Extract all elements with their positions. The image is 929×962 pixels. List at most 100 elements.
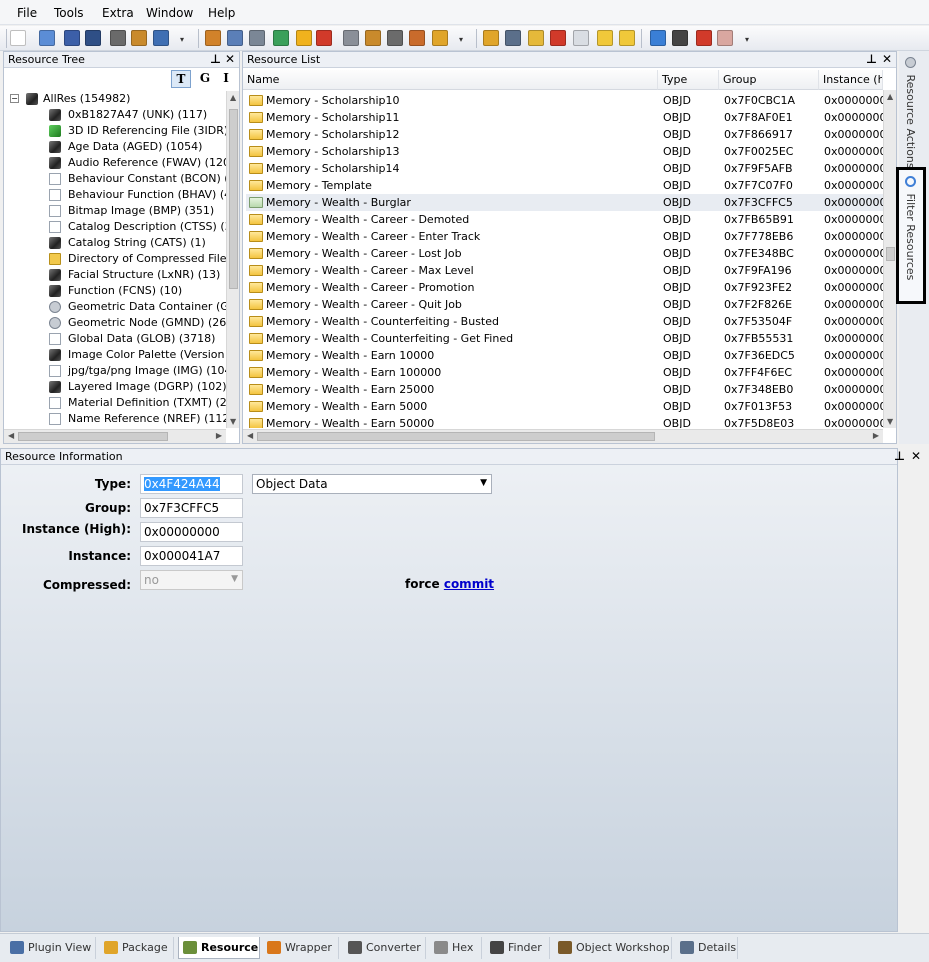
users-icon[interactable] xyxy=(131,30,147,46)
column-header-group[interactable]: Group xyxy=(719,70,819,90)
tab-plugin-view[interactable]: Plugin View xyxy=(6,937,96,959)
refresh-icon[interactable] xyxy=(650,30,666,46)
plugins-icon[interactable] xyxy=(273,30,289,46)
pin-icon[interactable]: ⊥ xyxy=(894,450,905,463)
tab-hex[interactable]: Hex xyxy=(430,937,482,959)
collapse-icon[interactable]: − xyxy=(10,94,19,103)
table-row[interactable]: Memory - Wealth - Earn 25000 OBJD 0x7F348E… xyxy=(246,381,883,398)
tab-package[interactable]: Package xyxy=(100,937,174,959)
column-header-name[interactable]: Name xyxy=(243,70,658,90)
eraser-icon[interactable] xyxy=(717,30,733,46)
table-row[interactable]: Memory - Scholarship14 OBJD 0x7F9F5AFB 0x00… xyxy=(246,160,883,177)
tab-details[interactable]: Details xyxy=(676,937,738,959)
type-name-select[interactable]: Object Data ▼ xyxy=(252,474,492,494)
tree-vertical-scrollbar[interactable]: ▲ ▼ xyxy=(226,91,239,428)
person-icon[interactable] xyxy=(432,30,448,46)
people-icon[interactable] xyxy=(409,30,425,46)
tab-converter[interactable]: Converter xyxy=(344,937,426,959)
table-row[interactable]: Memory - Wealth - Counterfeiting - Get F… xyxy=(246,330,883,347)
table-row[interactable]: Memory - Scholarship11 OBJD 0x7F8AF0E1 0x00… xyxy=(246,109,883,126)
tab-resource[interactable]: Resource xyxy=(178,937,260,959)
column-header-type[interactable]: Type xyxy=(658,70,719,90)
column-header-instance-high[interactable]: Instance (hig xyxy=(819,70,883,90)
table-row[interactable]: Memory - Wealth - Burglar OBJD 0x7F3CFFC5 0… xyxy=(246,194,883,211)
table-row[interactable]: Memory - Scholarship10 OBJD 0x7F0CBC1A 0x00… xyxy=(246,92,883,109)
table-row[interactable]: Memory - Wealth - Career - Lost Job OBJD 0… xyxy=(246,245,883,262)
yellow-note-icon[interactable] xyxy=(597,30,613,46)
folder-icon xyxy=(249,231,263,242)
cell-type: OBJD xyxy=(663,145,691,158)
resource-actions-tab[interactable]: Resource Actions xyxy=(904,57,917,169)
delete-icon[interactable] xyxy=(550,30,566,46)
save-as-icon[interactable] xyxy=(85,30,101,46)
view-type-button[interactable]: T xyxy=(171,70,191,88)
menu-help[interactable]: Help xyxy=(208,6,235,20)
table-row[interactable]: Memory - Wealth - Counterfeiting - Buste… xyxy=(246,313,883,330)
pin-icon[interactable]: ⊥ xyxy=(210,53,221,66)
group-field[interactable]: 0x7F3CFFC5 xyxy=(140,498,243,518)
commit-link[interactable]: commit xyxy=(444,577,494,591)
instance-high-field[interactable]: 0x00000000 xyxy=(140,522,243,542)
table-row[interactable]: Memory - Wealth - Earn 5000 OBJD 0x7F013F5… xyxy=(246,398,883,415)
pipe-icon[interactable] xyxy=(249,30,265,46)
scroll-thumb[interactable] xyxy=(18,432,168,441)
options-icon[interactable] xyxy=(153,30,169,46)
package-icon[interactable] xyxy=(205,30,221,46)
scroll-thumb[interactable] xyxy=(886,247,895,261)
type-field[interactable]: 0x4F424A44 xyxy=(140,474,243,494)
comment-icon[interactable] xyxy=(573,30,589,46)
view-instance-button[interactable]: I xyxy=(219,70,233,88)
menu-extra[interactable]: Extra xyxy=(102,6,134,20)
cut-icon[interactable] xyxy=(343,30,359,46)
open-icon[interactable] xyxy=(39,30,55,46)
table-row[interactable]: Memory - Wealth - Earn 10000 OBJD 0x7F36ED… xyxy=(246,347,883,364)
view-group-button[interactable]: G xyxy=(195,70,215,88)
preview-icon[interactable] xyxy=(227,30,243,46)
hat-icon[interactable] xyxy=(672,30,688,46)
remove-icon[interactable] xyxy=(316,30,332,46)
tab-finder[interactable]: Finder xyxy=(486,937,550,959)
table-row[interactable]: Memory - Wealth - Career - Quit Job OBJD 0… xyxy=(246,296,883,313)
table-row[interactable]: Memory - Wealth - Career - Promotion OBJD… xyxy=(246,279,883,296)
menu-file[interactable]: File xyxy=(17,6,37,20)
tools-icon[interactable] xyxy=(696,30,712,46)
menu-window[interactable]: Window xyxy=(146,6,193,20)
save-icon[interactable] xyxy=(64,30,80,46)
tree-horizontal-scrollbar[interactable]: ◀ ▶ xyxy=(4,429,226,443)
list-vertical-scrollbar[interactable]: ▲ ▼ xyxy=(883,90,896,428)
yellow-note2-icon[interactable] xyxy=(619,30,635,46)
scroll-thumb[interactable] xyxy=(257,432,655,441)
instance-field[interactable]: 0x000041A7 xyxy=(140,546,243,566)
table-row[interactable]: Memory - Scholarship13 OBJD 0x7F0025EC 0x00… xyxy=(246,143,883,160)
tab-object-workshop[interactable]: Object Workshop xyxy=(554,937,672,959)
compressed-select[interactable]: no ▼ xyxy=(140,570,243,590)
paste-icon[interactable] xyxy=(365,30,381,46)
pin-icon[interactable]: ⊥ xyxy=(866,53,877,66)
toolbar-overflow-icon[interactable]: ▾ xyxy=(180,35,184,44)
scroll-thumb[interactable] xyxy=(229,109,238,289)
filter-resources-tab[interactable]: Filter Resources xyxy=(896,167,926,304)
new-icon[interactable] xyxy=(10,30,26,46)
toolbar-overflow-icon[interactable]: ▾ xyxy=(459,35,463,44)
note-icon[interactable] xyxy=(528,30,544,46)
table-row[interactable]: Memory - Wealth - Career - Enter Track OB… xyxy=(246,228,883,245)
toolbar-overflow-icon[interactable]: ▾ xyxy=(745,35,749,44)
close-icon[interactable]: ✕ xyxy=(225,53,235,66)
tab-wrapper[interactable]: Wrapper xyxy=(263,937,339,959)
close-icon[interactable] xyxy=(110,30,126,46)
close-icon[interactable]: ✕ xyxy=(911,450,921,463)
table-row[interactable]: Memory - Wealth - Career - Demoted OBJD 0x… xyxy=(246,211,883,228)
table-row[interactable]: Memory - Wealth - Earn 100000 OBJD 0x7FF4F… xyxy=(246,364,883,381)
list-horizontal-scrollbar[interactable]: ◀ ▶ xyxy=(243,429,883,443)
tree-list: − AllRes (154982) 0xB1827A47 (UNK) (117)… xyxy=(4,91,227,428)
close-icon[interactable]: ✕ xyxy=(882,53,892,66)
table-row[interactable]: Memory - Template OBJD 0x7F7C07F0 0x0000000… xyxy=(246,177,883,194)
table-row[interactable]: Memory - Wealth - Career - Max Level OBJD… xyxy=(246,262,883,279)
save2-icon[interactable] xyxy=(505,30,521,46)
image-icon[interactable] xyxy=(387,30,403,46)
folder-open-icon[interactable] xyxy=(483,30,499,46)
star-icon[interactable] xyxy=(296,30,312,46)
table-row[interactable]: Memory - Scholarship12 OBJD 0x7F866917 0x00… xyxy=(246,126,883,143)
table-row[interactable]: Memory - Wealth - Earn 50000 OBJD 0x7F5D8E… xyxy=(246,415,883,428)
menu-tools[interactable]: Tools xyxy=(54,6,84,20)
